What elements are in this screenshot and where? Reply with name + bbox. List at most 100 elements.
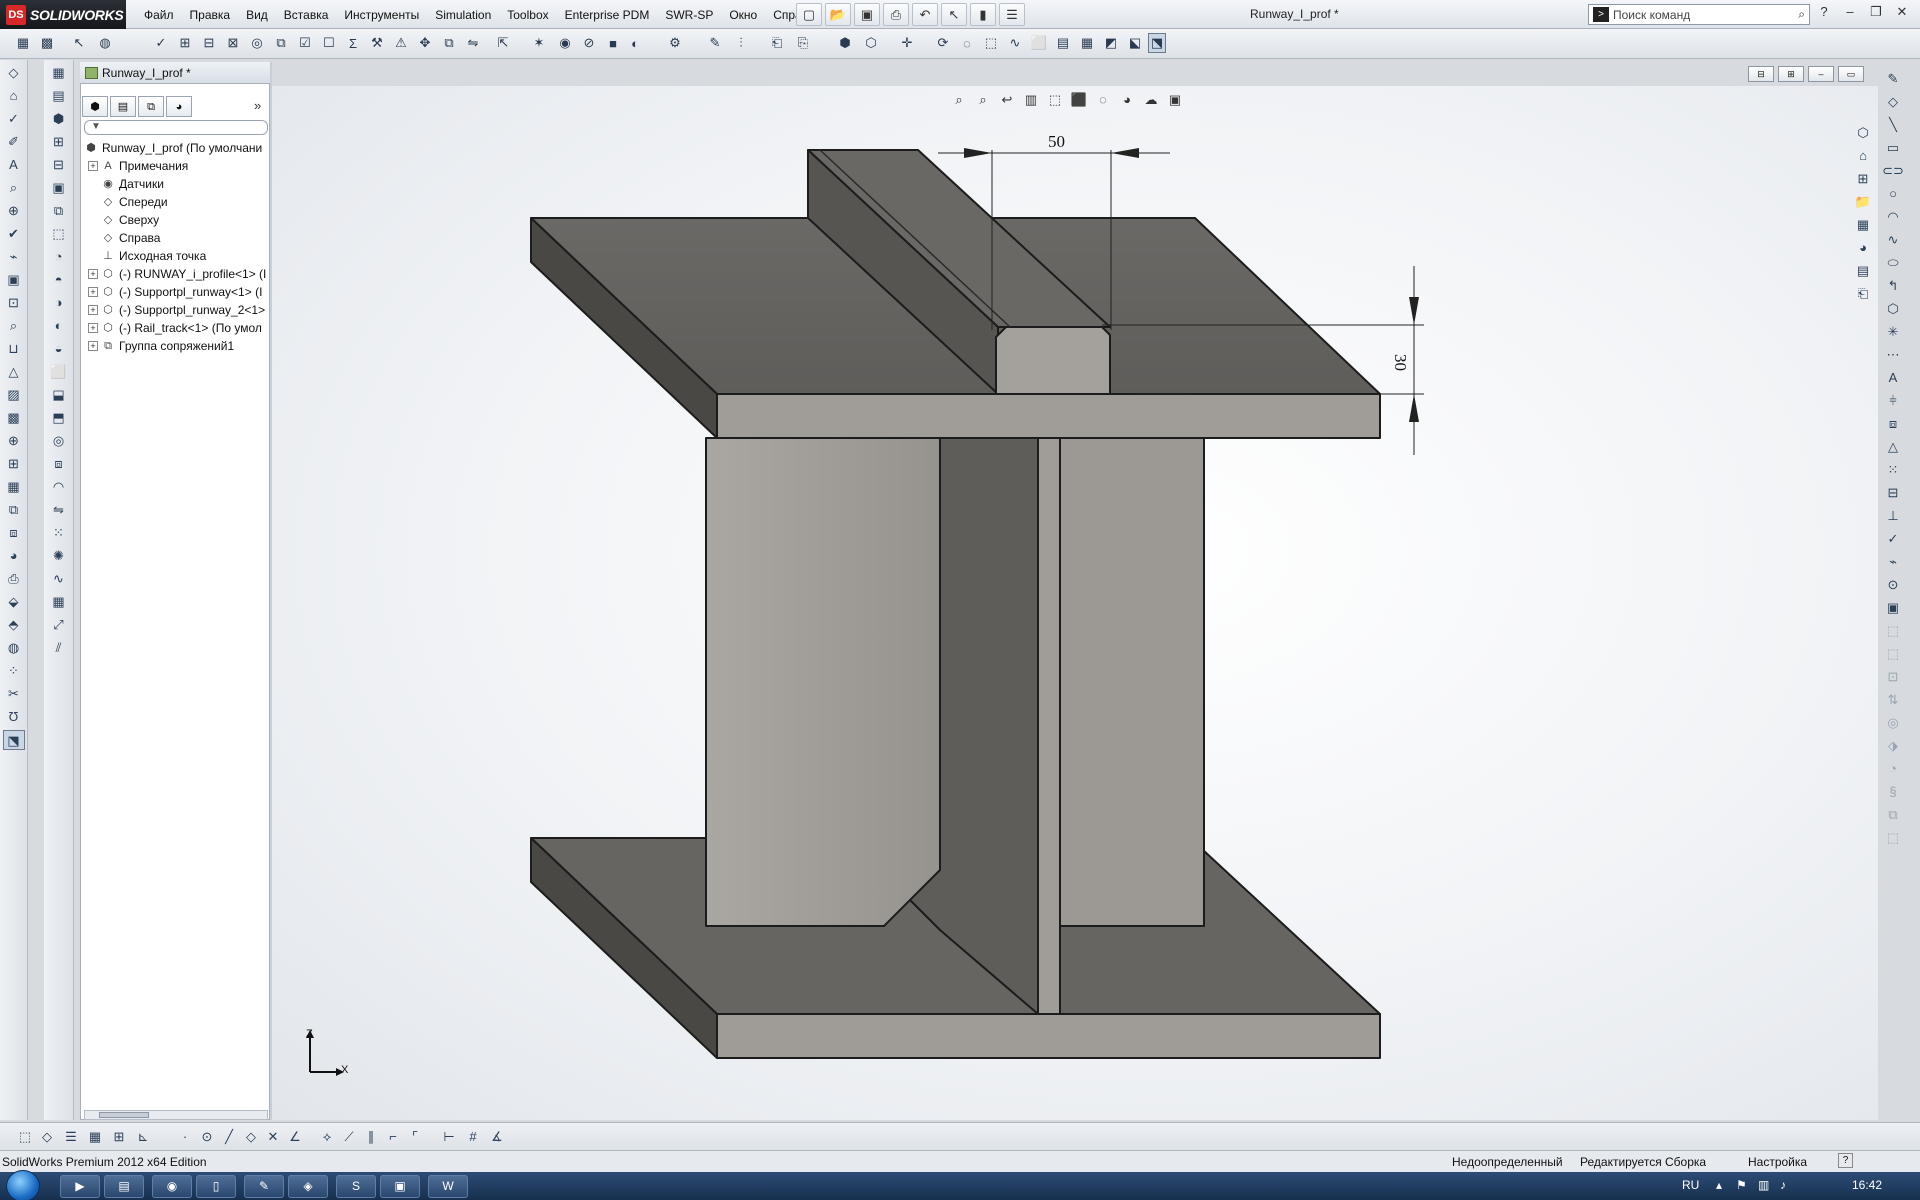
tree-item-origin[interactable]: ⊥ Исходная точка	[84, 247, 270, 265]
tree-item-component[interactable]: + ⬡ (-) Rail_track<1> (По умол	[84, 319, 270, 337]
grid-snap-icon[interactable]: #	[464, 1127, 482, 1147]
quick-snaps-icon[interactable]: ⌁	[1882, 552, 1904, 572]
checkbox-icon[interactable]: ☑	[296, 33, 314, 53]
corner-tool-icon[interactable]: ⌜	[406, 1127, 424, 1147]
search-feature-icon[interactable]: ⌕	[3, 316, 25, 336]
relations-icon[interactable]: ⊥	[1882, 506, 1904, 526]
assembly-tree-icon[interactable]: ⬢	[48, 109, 70, 129]
dome-icon[interactable]: ◠	[48, 477, 70, 497]
shell-icon[interactable]: ⬜	[48, 362, 70, 382]
expand-icon[interactable]: +	[88, 287, 98, 297]
apply-scene-icon[interactable]: ☁	[1142, 92, 1160, 110]
table-grid-icon[interactable]: ▦	[48, 63, 70, 83]
open-icon[interactable]: 📂	[825, 3, 851, 26]
tray-network-icon[interactable]: ▥	[1758, 1178, 1769, 1192]
view-settings-icon[interactable]: ▣	[1166, 92, 1184, 110]
menu-tools[interactable]: Инструменты	[336, 8, 427, 22]
new-part-icon[interactable]: ⬡	[862, 33, 880, 53]
help-icon[interactable]: ?	[1814, 4, 1834, 22]
options-icon[interactable]: ☰	[999, 3, 1025, 26]
interference-icon[interactable]: ⧉	[272, 33, 290, 53]
sketch-picture-icon[interactable]: ▣	[1882, 598, 1904, 618]
pattern-entities-icon[interactable]: ⁙	[1882, 460, 1904, 480]
weld-icon[interactable]: ⌁	[3, 247, 25, 267]
table-icon[interactable]: ▦	[3, 477, 25, 497]
feature-icon[interactable]: ⬚	[982, 33, 1000, 53]
copy-layer-icon[interactable]: ⧈	[3, 523, 25, 543]
check-icon[interactable]: ◎	[248, 33, 266, 53]
rectangle-icon[interactable]: ▭	[1882, 138, 1904, 158]
hide-show-icon[interactable]: ◌	[1094, 92, 1112, 110]
search-icon[interactable]: ⌕	[1798, 7, 1805, 22]
export-icon[interactable]: ⇱	[494, 33, 512, 53]
ellipse-icon[interactable]: ⬭	[1882, 253, 1904, 273]
repair-sketch-icon[interactable]: ✓	[1882, 529, 1904, 549]
library-icon[interactable]: ⧉	[48, 201, 70, 221]
featuremanager-tab-icon[interactable]: ⬢	[82, 96, 108, 117]
color-icon[interactable]: ◐	[626, 33, 644, 53]
smart-dim-icon[interactable]: ◇	[1882, 92, 1904, 112]
tool-icon[interactable]: ✂	[3, 684, 25, 704]
layer-icon[interactable]: ⊟	[48, 155, 70, 175]
library-folder-icon[interactable]: ⊞	[1852, 169, 1874, 189]
ruler-icon[interactable]: ⊔	[3, 339, 25, 359]
balloon-icon[interactable]: ✐	[3, 132, 25, 152]
undo-icon[interactable]: ↶	[912, 3, 938, 26]
insert-component-icon[interactable]: ⬢	[836, 33, 854, 53]
select-arrow-icon[interactable]: ↖	[70, 33, 88, 53]
display-style-icon[interactable]: ⬛	[1070, 92, 1088, 110]
assembly-xpert-icon[interactable]: ⬕	[1126, 33, 1144, 53]
language-indicator[interactable]: RU	[1682, 1178, 1699, 1192]
target-icon[interactable]: ⊕	[3, 431, 25, 451]
diamond-tool-icon[interactable]: ◇	[242, 1127, 260, 1147]
expand-icon[interactable]: +	[88, 323, 98, 333]
arc-icon[interactable]: ◠	[1882, 207, 1904, 227]
view-orientation-icon[interactable]: ⬚	[1046, 92, 1064, 110]
point-tool-icon[interactable]: ·	[176, 1127, 194, 1147]
taskbar-solidworks-icon[interactable]: ◈	[288, 1175, 328, 1198]
taskbar-window-icon[interactable]: ▣	[380, 1175, 420, 1198]
measure-icon[interactable]: ⊞	[176, 33, 194, 53]
mass-properties-icon[interactable]: ⊟	[200, 33, 218, 53]
document-tab[interactable]: Runway_I_prof *	[80, 62, 270, 84]
save-icon[interactable]: ▣	[854, 3, 880, 26]
configurationmanager-tab-icon[interactable]: ⧉	[138, 96, 164, 117]
linetype-icon[interactable]: ◇	[38, 1127, 56, 1147]
line-thickness-icon[interactable]: ☰	[62, 1127, 80, 1147]
menu-edit[interactable]: Правка	[182, 8, 239, 22]
parallel-tool-icon[interactable]: ∥	[362, 1127, 380, 1147]
taskbar-skype-icon[interactable]: S	[336, 1175, 376, 1198]
section-icon[interactable]: ⊠	[224, 33, 242, 53]
custom-props-icon[interactable]: ▤	[1852, 261, 1874, 281]
expand-icon[interactable]: +	[88, 161, 98, 171]
layers-icon[interactable]: ⧉	[3, 500, 25, 520]
tree-item-right-plane[interactable]: ◇ Справа	[84, 229, 270, 247]
menu-insert[interactable]: Вставка	[276, 8, 337, 22]
copy-icon[interactable]: ⧉	[440, 33, 458, 53]
wrap-icon[interactable]: ⧈	[48, 454, 70, 474]
tray-arrow-icon[interactable]: ▴	[1716, 1178, 1722, 1192]
layer-toggle-icon[interactable]: ⬚	[16, 1127, 34, 1147]
curve-icon[interactable]: ∿	[1006, 33, 1024, 53]
zoom-to-fit-icon[interactable]: ⌕	[950, 92, 968, 110]
folder-icon[interactable]: 📁	[1852, 192, 1874, 212]
angle-tool-icon[interactable]: ∠	[286, 1127, 304, 1147]
extrude-icon[interactable]: ⬚	[48, 224, 70, 244]
offset-icon[interactable]: ⧈	[1882, 414, 1904, 434]
block-icon[interactable]: ▣	[3, 270, 25, 290]
fillet-icon[interactable]: ◐	[48, 316, 70, 336]
datum-icon[interactable]: ⊡	[3, 293, 25, 313]
viewport-maximize-icon[interactable]: ▭	[1838, 66, 1864, 82]
box-icon[interactable]: ⬘	[3, 615, 25, 635]
tray-flag-icon[interactable]: ⚑	[1736, 1178, 1747, 1192]
bill-icon[interactable]: ⎘	[794, 33, 812, 53]
select-icon[interactable]: ↖	[941, 3, 967, 26]
snapshot-icon[interactable]: ▦	[1078, 33, 1096, 53]
feature-tree-icon[interactable]: ⊞	[48, 132, 70, 152]
rib-icon[interactable]: ⬓	[48, 385, 70, 405]
check-mark-icon[interactable]: ✔	[3, 224, 25, 244]
new-document-icon[interactable]: ▢	[796, 3, 822, 26]
loft-icon[interactable]: ◑	[48, 293, 70, 313]
split-view2-icon[interactable]: ⊞	[1778, 66, 1804, 82]
layout-icon[interactable]: ⊞	[3, 454, 25, 474]
